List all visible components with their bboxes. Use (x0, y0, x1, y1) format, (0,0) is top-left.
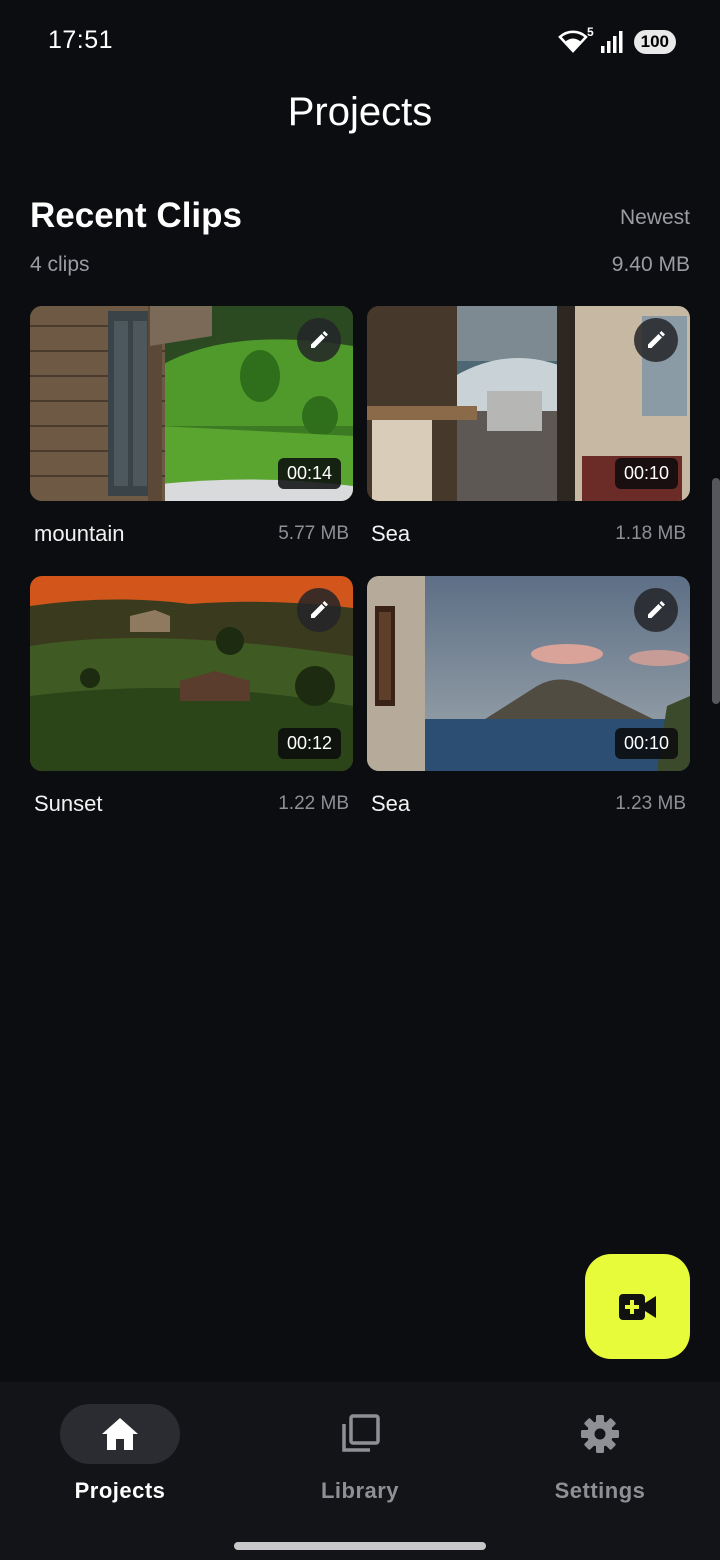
pencil-icon (311, 331, 328, 348)
nav-icon-container (60, 1404, 180, 1464)
clip-name: Sea (371, 791, 411, 816)
clip-card[interactable]: 00:10 Sea 1.23 MB (367, 576, 690, 817)
clip-thumbnail[interactable]: 00:14 (30, 306, 353, 501)
clip-thumbnail[interactable]: 00:12 (30, 576, 353, 771)
status-icons: 5 100 (557, 25, 676, 56)
pencil-icon (311, 601, 328, 618)
total-size: 9.40 MB (611, 253, 690, 276)
wifi-label: 5 (586, 25, 594, 39)
signal-icon (600, 30, 626, 54)
nav-item-settings[interactable]: Settings (480, 1404, 720, 1524)
home-indicator (234, 1542, 486, 1550)
status-bar: 17:51 5 100 (0, 0, 720, 84)
nav-label: Projects (74, 1478, 166, 1503)
add-video-icon (618, 1293, 656, 1320)
nav-icon-container (540, 1404, 660, 1464)
clip-meta: Sea 1.18 MB (367, 521, 690, 547)
nav-item-projects[interactable]: Projects (0, 1404, 240, 1524)
clip-meta: Sunset 1.22 MB (30, 791, 353, 817)
clip-card[interactable]: 00:14 mountain 5.77 MB (30, 306, 353, 547)
clip-meta: mountain 5.77 MB (30, 521, 353, 547)
pencil-icon (648, 331, 665, 348)
page-title: Projects (287, 90, 433, 134)
clip-size: 5.77 MB (278, 523, 349, 544)
clip-name: Sunset (34, 791, 103, 816)
section-title: Recent Clips (30, 196, 242, 235)
scrollbar[interactable] (712, 478, 720, 704)
nav-label: Library (320, 1478, 400, 1503)
clip-size: 1.23 MB (615, 793, 686, 814)
bottom-nav: Projects Library Settings (0, 1382, 720, 1560)
edit-button[interactable] (634, 588, 678, 632)
clip-duration: 00:10 (614, 458, 678, 489)
clip-name: mountain (34, 521, 125, 546)
home-icon (102, 1418, 138, 1450)
clip-duration: 00:12 (277, 728, 341, 759)
edit-button[interactable] (634, 318, 678, 362)
clip-count: 4 clips (30, 253, 90, 276)
nav-label: Settings (554, 1478, 646, 1503)
gear-icon (581, 1415, 619, 1453)
clip-size: 1.22 MB (278, 793, 349, 814)
wifi-icon: 5 (557, 25, 594, 55)
add-video-button[interactable] (585, 1254, 690, 1359)
clip-card[interactable]: 00:12 Sunset 1.22 MB (30, 576, 353, 817)
clip-duration: 00:14 (277, 458, 341, 489)
pencil-icon (648, 601, 665, 618)
edit-button[interactable] (297, 318, 341, 362)
clip-thumbnail[interactable]: 00:10 (367, 576, 690, 771)
edit-button[interactable] (297, 588, 341, 632)
nav-item-library[interactable]: Library (240, 1404, 480, 1524)
clip-thumbnail[interactable]: 00:10 (367, 306, 690, 501)
clip-duration: 00:10 (614, 728, 678, 759)
clip-name: Sea (371, 521, 411, 546)
status-time: 17:51 (48, 26, 114, 54)
sort-dropdown[interactable]: Newest (620, 206, 690, 230)
clip-card[interactable]: 00:10 Sea 1.18 MB (367, 306, 690, 547)
battery-indicator: 100 (633, 30, 676, 54)
clip-meta: Sea 1.23 MB (367, 791, 690, 817)
library-icon (342, 1414, 380, 1452)
clip-size: 1.18 MB (615, 523, 686, 544)
nav-icon-container (300, 1404, 420, 1464)
